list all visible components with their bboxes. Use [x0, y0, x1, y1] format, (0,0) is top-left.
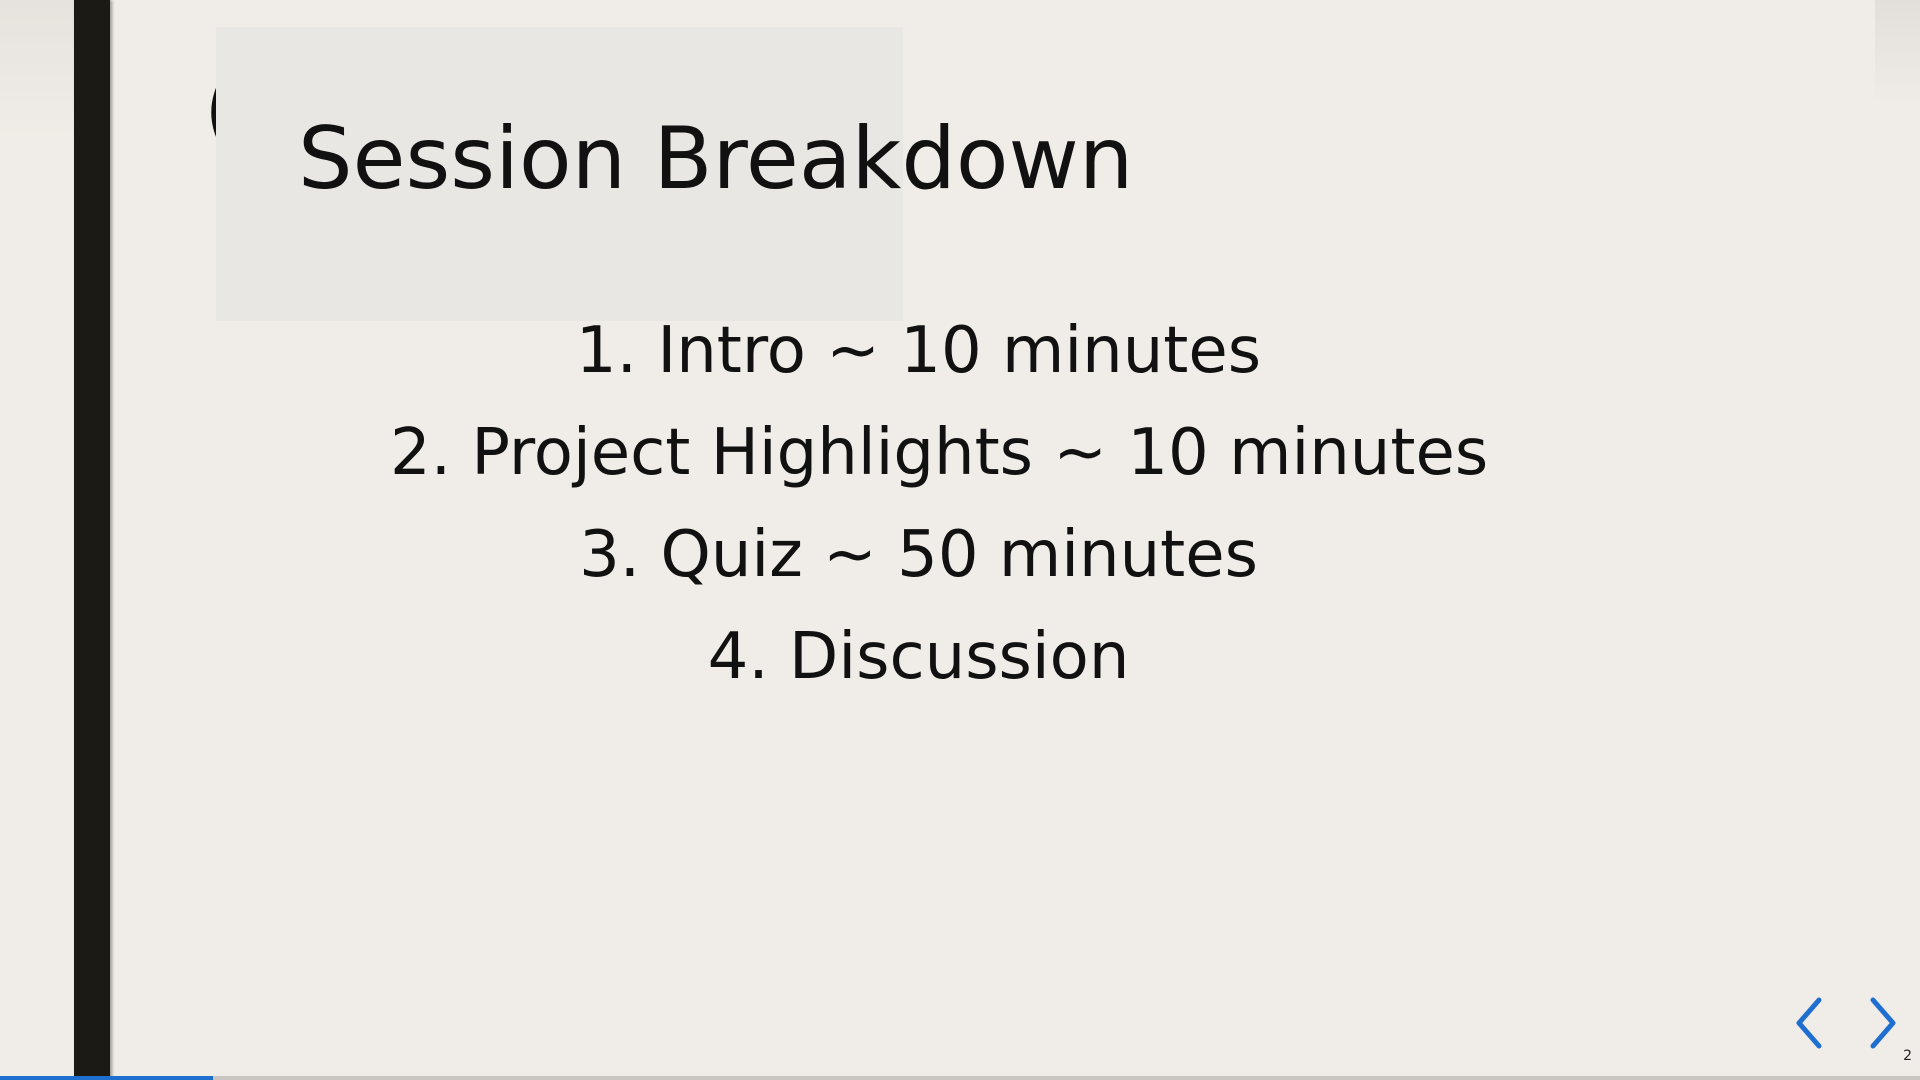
agenda-item: 3. Quiz ~ 50 minutes [579, 518, 1258, 592]
progress-bar [0, 1076, 1920, 1080]
agenda-item: 4. Discussion [707, 620, 1130, 694]
slide-number: 2 [1903, 1048, 1912, 1064]
next-slide-button[interactable] [1861, 996, 1901, 1050]
left-gutter [0, 0, 74, 1080]
clipped-text-fragment: ( [203, 62, 217, 152]
slide-edge-bar [74, 0, 110, 1080]
agenda-item: 2. Project Highlights ~ 10 minutes [390, 416, 1489, 490]
presentation-stage: ( Session Breakdown 1. Intro ~ 10 minute… [0, 0, 1920, 1080]
progress-bar-fill [0, 1076, 214, 1080]
right-gutter [1875, 0, 1920, 100]
slide-title: Session Breakdown [298, 109, 1134, 209]
previous-slide-button[interactable] [1791, 996, 1831, 1050]
chevron-left-icon [1796, 997, 1822, 1049]
agenda-list: 1. Intro ~ 10 minutes 2. Project Highlig… [390, 300, 1489, 708]
chevron-right-icon [1870, 997, 1896, 1049]
agenda-item: 1. Intro ~ 10 minutes [575, 314, 1262, 388]
